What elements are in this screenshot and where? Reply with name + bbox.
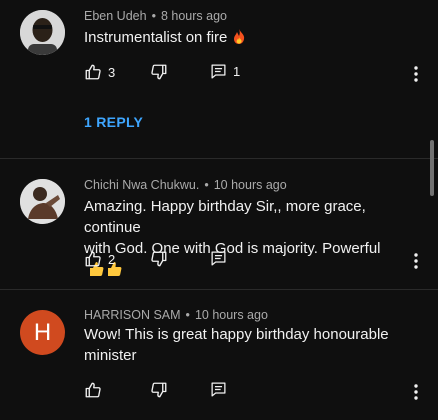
avatar-photo — [20, 179, 65, 224]
avatar[interactable]: H — [20, 310, 65, 355]
dislike-icon — [151, 382, 167, 398]
fire-emoji — [231, 28, 247, 51]
author-name[interactable]: HARRISON SAM — [84, 308, 181, 322]
like-button[interactable]: 3 — [84, 63, 115, 81]
comment-time[interactable]: 8 hours ago — [161, 9, 227, 23]
dislike-button[interactable] — [150, 250, 168, 268]
comment-actions: 2 — [84, 250, 424, 272]
comment-text-content: Instrumentalist on fire — [84, 29, 228, 46]
like-count: 3 — [108, 64, 116, 80]
comment-time[interactable]: 10 hours ago — [195, 308, 268, 322]
comment-text-line-1: Wow! This is great happy birthday honour… — [84, 326, 389, 343]
more-vert-icon — [414, 384, 418, 400]
meta-separator: • — [185, 308, 190, 322]
scrollbar[interactable] — [430, 140, 434, 196]
reply-button[interactable] — [210, 381, 227, 398]
dislike-button[interactable] — [150, 381, 168, 399]
avatar-photo — [20, 10, 65, 55]
comment-time[interactable]: 10 hours ago — [214, 178, 287, 192]
reply-icon — [211, 382, 226, 397]
reply-button[interactable] — [210, 250, 227, 267]
more-vert-icon — [414, 253, 418, 269]
avatar[interactable] — [20, 179, 65, 224]
like-icon — [85, 382, 101, 398]
like-icon — [85, 251, 101, 267]
comment-meta: Chichi Nwa Chukwu. • 10 hours ago — [84, 178, 287, 192]
more-options-button[interactable] — [406, 381, 426, 403]
more-vert-icon — [414, 66, 418, 82]
meta-separator: • — [204, 178, 209, 192]
comment-meta: Eben Udeh • 8 hours ago — [84, 9, 227, 23]
more-options-button[interactable] — [406, 250, 426, 272]
comment-actions — [84, 381, 424, 403]
reply-count: 1 — [233, 64, 241, 79]
comment-text-line-1: Amazing. Happy birthday Sir,, more grace… — [84, 198, 366, 236]
comment-meta: HARRISON SAM • 10 hours ago — [84, 308, 268, 322]
comment-actions: 3 1 — [84, 63, 424, 85]
divider — [0, 289, 438, 290]
avatar-letter: H — [33, 318, 52, 346]
like-button[interactable] — [84, 381, 102, 399]
divider — [0, 158, 438, 159]
more-options-button[interactable] — [406, 63, 426, 85]
author-name[interactable]: Chichi Nwa Chukwu. — [84, 178, 199, 192]
reply-button[interactable]: 1 — [210, 63, 240, 80]
like-count: 2 — [108, 251, 116, 267]
reply-icon — [211, 251, 226, 266]
avatar[interactable] — [20, 10, 65, 55]
dislike-icon — [151, 251, 167, 267]
reply-icon — [211, 64, 226, 79]
dislike-icon — [151, 64, 167, 80]
comment-text-line-2: minister — [84, 347, 137, 364]
author-name[interactable]: Eben Udeh — [84, 9, 147, 23]
dislike-button[interactable] — [150, 63, 168, 81]
comment-text: Instrumentalist on fire — [84, 27, 414, 51]
meta-separator: • — [151, 9, 156, 23]
view-replies-link[interactable]: 1 REPLY — [84, 114, 143, 130]
like-icon — [85, 64, 101, 80]
comment-text: Wow! This is great happy birthday honour… — [84, 324, 414, 366]
like-button[interactable]: 2 — [84, 250, 115, 268]
